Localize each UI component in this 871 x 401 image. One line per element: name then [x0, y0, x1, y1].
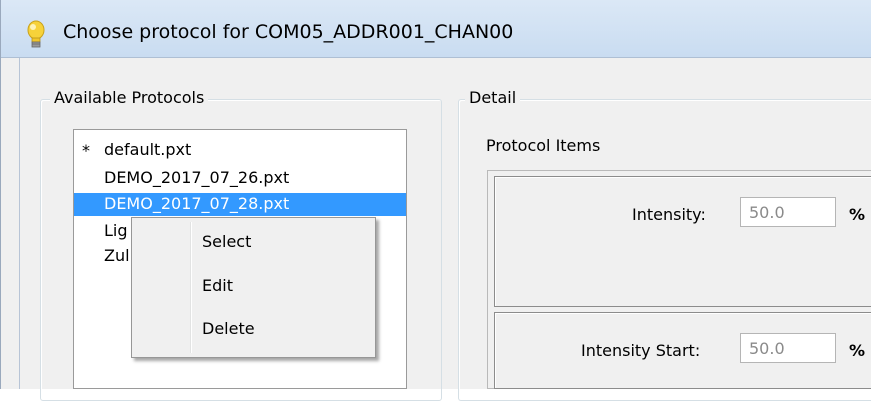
- list-item-label: DEMO_2017_07_26.pxt: [104, 168, 290, 187]
- menu-item-select[interactable]: Select: [202, 232, 251, 251]
- list-item-label: DEMO_2017_07_28.pxt: [104, 194, 290, 213]
- list-item-selected[interactable]: DEMO_2017_07_28.pxt: [74, 193, 406, 216]
- intensity-input[interactable]: [740, 197, 836, 227]
- available-protocols-label: Available Protocols: [50, 88, 209, 107]
- default-marker: *: [82, 141, 90, 160]
- lightbulb-icon: [27, 20, 45, 48]
- intensity-start-input[interactable]: [740, 333, 836, 363]
- list-item[interactable]: DEMO_2017_07_26.pxt: [74, 167, 406, 189]
- list-item-label: default.pxt: [104, 140, 192, 159]
- window-title: Choose protocol for COM05_ADDR001_CHAN00: [63, 21, 514, 43]
- context-menu: Select Edit Delete: [131, 217, 376, 358]
- detail-label: Detail: [465, 88, 521, 107]
- intensity-start-label: Intensity Start:: [581, 341, 701, 360]
- intensity-start-unit: %: [849, 341, 866, 360]
- list-item[interactable]: * default.pxt: [74, 139, 406, 161]
- intensity-unit: %: [849, 205, 866, 224]
- menu-item-edit[interactable]: Edit: [202, 276, 233, 295]
- intensity-label: Intensity:: [632, 205, 706, 224]
- dialog-window: Choose protocol for COM05_ADDR001_CHAN00…: [0, 0, 871, 401]
- protocol-items-label: Protocol Items: [486, 136, 601, 155]
- intensity-panel: [494, 176, 871, 307]
- list-item-label: Lig: [104, 221, 128, 240]
- title-bar[interactable]: Choose protocol for COM05_ADDR001_CHAN00: [1, 0, 871, 58]
- menu-item-delete[interactable]: Delete: [202, 319, 255, 338]
- list-item-label: Zul: [104, 246, 130, 265]
- menu-icon-gutter-divider: [190, 222, 192, 353]
